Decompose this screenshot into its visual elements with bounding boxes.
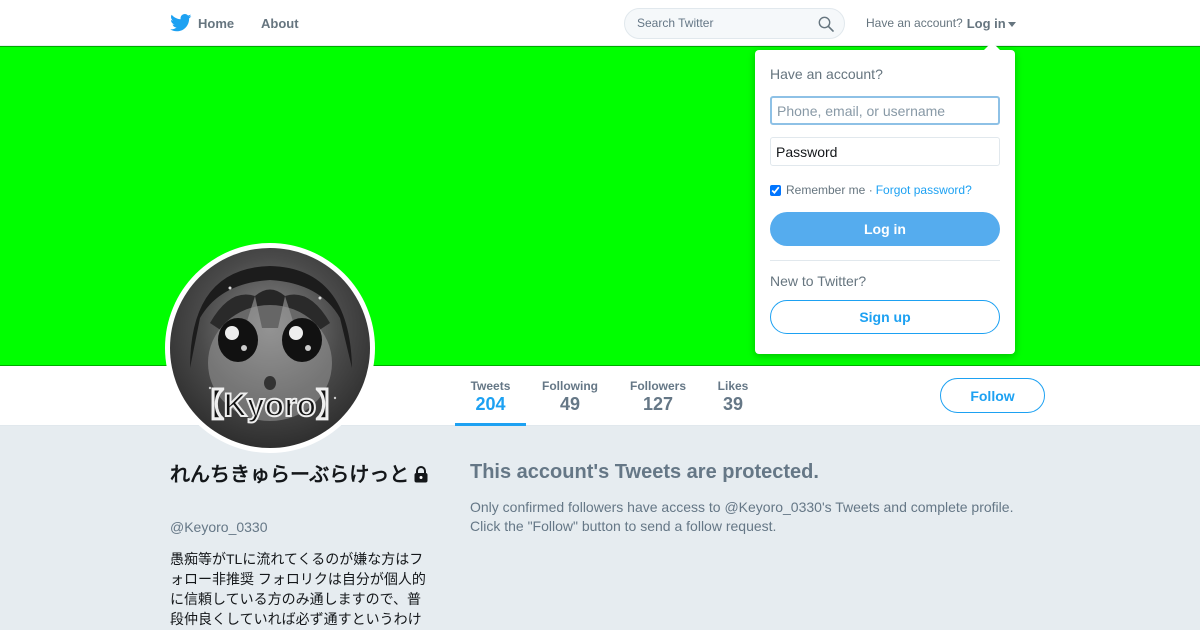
stat-value: 39: [722, 394, 744, 414]
top-nav-bar: Home About Have an account? Log in: [0, 0, 1200, 46]
nav-login-link[interactable]: Log in: [967, 16, 1006, 31]
stat-label: Following: [542, 379, 598, 393]
caret-down-icon[interactable]: [1007, 21, 1016, 27]
new-to-twitter-text: New to Twitter?: [770, 273, 867, 289]
profile-bio: 愚痴等がTLに流れてくるのが嫌な方はフォロー非推奨 フォロリクは自分が個人的に信…: [170, 551, 426, 627]
stat-following[interactable]: Following 49: [540, 366, 600, 426]
avatar-illustration: 【Kyoro】: [190, 266, 352, 424]
stat-followers[interactable]: Followers 127: [627, 366, 689, 426]
profile-display-name: れんちきゅらーぶらけっと: [170, 462, 430, 489]
nav-home-label: Home: [198, 15, 235, 31]
login-button[interactable]: Log in: [770, 212, 1000, 246]
forgot-password-link[interactable]: Forgot password?: [876, 183, 972, 197]
avatar-text: 【Kyoro】: [192, 387, 348, 423]
search-box[interactable]: [624, 8, 845, 39]
dropdown-title: Have an account?: [770, 66, 883, 82]
protected-text: Only confirmed followers have access to …: [470, 498, 1030, 536]
avatar-image: 【Kyoro】: [170, 248, 370, 448]
protected-line-1: Only confirmed followers have access to …: [470, 499, 1014, 515]
stat-likes[interactable]: Likes 39: [713, 366, 753, 426]
divider: [770, 260, 1000, 261]
stat-value: 204: [475, 394, 506, 414]
signup-button[interactable]: Sign up: [770, 300, 1000, 334]
nav-home-link[interactable]: Home: [170, 0, 234, 46]
password-field[interactable]: [770, 137, 1000, 166]
protected-line-2: Click the "Follow" button to send a foll…: [470, 518, 777, 534]
remember-me-label[interactable]: Remember me: [786, 183, 865, 197]
remember-me-checkbox[interactable]: [770, 184, 781, 196]
stat-label: Tweets: [470, 379, 511, 393]
remember-me-row: Remember me · Forgot password?: [770, 183, 972, 197]
protected-title: This account's Tweets are protected.: [470, 461, 819, 483]
stat-value: 49: [559, 394, 581, 414]
separator-dot: ·: [868, 183, 873, 197]
twitter-bird-icon: [170, 14, 192, 32]
stat-value: 127: [642, 394, 674, 414]
have-account-text: Have an account?: [866, 16, 963, 30]
username-field[interactable]: [770, 96, 1000, 125]
search-input[interactable]: [637, 16, 807, 30]
stat-label: Followers: [629, 379, 686, 393]
login-dropdown: Have an account? Remember me · Forgot pa…: [755, 42, 1015, 354]
lock-icon: [414, 466, 428, 483]
stat-tweets[interactable]: Tweets 204: [455, 366, 526, 426]
profile-handle[interactable]: @Keyoro_0330: [170, 519, 268, 535]
nav-about-link[interactable]: About: [261, 0, 299, 46]
display-name-text: れんちきゅらーぶらけっと: [170, 464, 410, 486]
follow-button[interactable]: Follow: [940, 378, 1045, 413]
stat-label: Likes: [717, 379, 749, 393]
search-icon[interactable]: [818, 16, 834, 32]
have-account-nav: Have an account? Log in: [866, 0, 1016, 46]
avatar[interactable]: 【Kyoro】: [165, 243, 375, 453]
